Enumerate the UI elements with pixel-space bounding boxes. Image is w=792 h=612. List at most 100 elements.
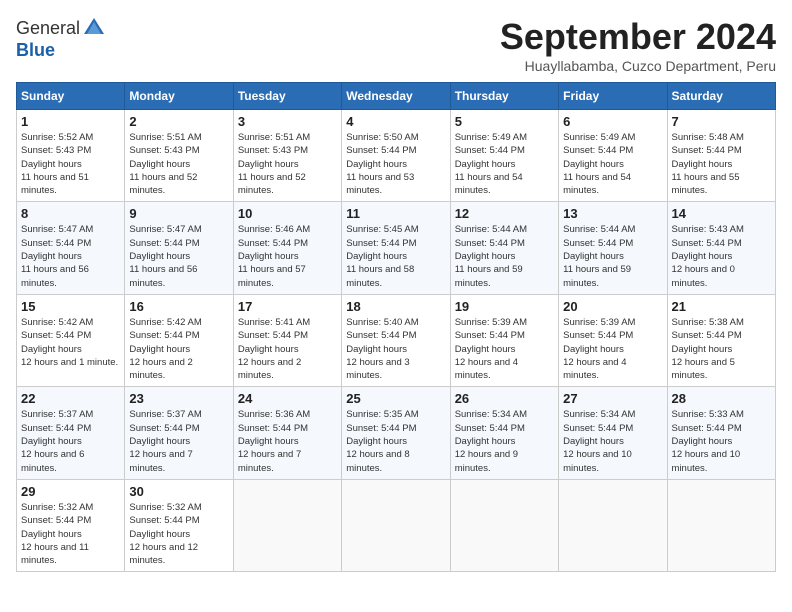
weekday-header-thursday: Thursday bbox=[450, 83, 558, 110]
logo-blue-text: Blue bbox=[16, 40, 55, 60]
day-number: 14 bbox=[672, 206, 771, 221]
day-info: Sunrise: 5:49 AMSunset: 5:44 PMDaylight … bbox=[455, 131, 554, 197]
day-info: Sunrise: 5:47 AMSunset: 5:44 PMDaylight … bbox=[129, 223, 228, 289]
day-number: 6 bbox=[563, 114, 662, 129]
day-info: Sunrise: 5:51 AMSunset: 5:43 PMDaylight … bbox=[129, 131, 228, 197]
page-header: General Blue September 2024 Huayllabamba… bbox=[16, 16, 776, 74]
day-number: 8 bbox=[21, 206, 120, 221]
day-info: Sunrise: 5:52 AMSunset: 5:43 PMDaylight … bbox=[21, 131, 120, 197]
calendar-body: 1 Sunrise: 5:52 AMSunset: 5:43 PMDaylight… bbox=[17, 110, 776, 572]
calendar-cell: 21 Sunrise: 5:38 AMSunset: 5:44 PMDayligh… bbox=[667, 294, 775, 386]
day-info: Sunrise: 5:47 AMSunset: 5:44 PMDaylight … bbox=[21, 223, 120, 289]
calendar-cell: 8 Sunrise: 5:47 AMSunset: 5:44 PMDaylight… bbox=[17, 202, 125, 294]
calendar-cell: 25Sunrise: 5:35 AMSunset: 5:44 PMDayligh… bbox=[342, 387, 450, 479]
day-info: Sunrise: 5:51 AMSunset: 5:43 PMDaylight … bbox=[238, 131, 337, 197]
day-number: 22 bbox=[21, 391, 120, 406]
day-info: Sunrise: 5:32 AMSunset: 5:44 PMDaylight … bbox=[129, 501, 228, 567]
weekday-header-friday: Friday bbox=[559, 83, 667, 110]
day-info: Sunrise: 5:42 AMSunset: 5:44 PMDaylight … bbox=[21, 316, 120, 369]
day-info: Sunrise: 5:34 AMSunset: 5:44 PMDaylight … bbox=[455, 408, 554, 474]
calendar-cell: 29 Sunrise: 5:32 AMSunset: 5:44 PMDayligh… bbox=[17, 479, 125, 571]
calendar-cell: 23Sunrise: 5:37 AMSunset: 5:44 PMDayligh… bbox=[125, 387, 233, 479]
day-info: Sunrise: 5:46 AMSunset: 5:44 PMDaylight … bbox=[238, 223, 337, 289]
day-number: 11 bbox=[346, 206, 445, 221]
day-info: Sunrise: 5:33 AMSunset: 5:44 PMDaylight … bbox=[672, 408, 771, 474]
calendar-cell: 18Sunrise: 5:40 AMSunset: 5:44 PMDayligh… bbox=[342, 294, 450, 386]
calendar-cell: 22Sunrise: 5:37 AMSunset: 5:44 PMDayligh… bbox=[17, 387, 125, 479]
calendar-cell: 11 Sunrise: 5:45 AMSunset: 5:44 PMDayligh… bbox=[342, 202, 450, 294]
calendar-cell: 19Sunrise: 5:39 AMSunset: 5:44 PMDayligh… bbox=[450, 294, 558, 386]
weekday-header-saturday: Saturday bbox=[667, 83, 775, 110]
calendar-cell bbox=[233, 479, 341, 571]
title-block: September 2024 Huayllabamba, Cuzco Depar… bbox=[500, 16, 776, 74]
day-number: 21 bbox=[672, 299, 771, 314]
day-number: 23 bbox=[129, 391, 228, 406]
calendar-cell: 3 Sunrise: 5:51 AMSunset: 5:43 PMDaylight… bbox=[233, 110, 341, 202]
calendar-week-row: 1 Sunrise: 5:52 AMSunset: 5:43 PMDaylight… bbox=[17, 110, 776, 202]
day-info: Sunrise: 5:50 AMSunset: 5:44 PMDaylight … bbox=[346, 131, 445, 197]
day-number: 10 bbox=[238, 206, 337, 221]
calendar-cell bbox=[559, 479, 667, 571]
calendar-cell: 27Sunrise: 5:34 AMSunset: 5:44 PMDayligh… bbox=[559, 387, 667, 479]
calendar-week-row: 22Sunrise: 5:37 AMSunset: 5:44 PMDayligh… bbox=[17, 387, 776, 479]
day-info: Sunrise: 5:32 AMSunset: 5:44 PMDaylight … bbox=[21, 501, 120, 567]
weekday-header-sunday: Sunday bbox=[17, 83, 125, 110]
day-info: Sunrise: 5:42 AMSunset: 5:44 PMDaylight … bbox=[129, 316, 228, 382]
weekday-header-monday: Monday bbox=[125, 83, 233, 110]
calendar-cell bbox=[342, 479, 450, 571]
logo: General Blue bbox=[16, 16, 106, 61]
location-text: Huayllabamba, Cuzco Department, Peru bbox=[500, 58, 776, 74]
day-number: 2 bbox=[129, 114, 228, 129]
calendar-table: SundayMondayTuesdayWednesdayThursdayFrid… bbox=[16, 82, 776, 572]
day-info: Sunrise: 5:35 AMSunset: 5:44 PMDaylight … bbox=[346, 408, 445, 474]
day-info: Sunrise: 5:44 AMSunset: 5:44 PMDaylight … bbox=[455, 223, 554, 289]
day-info: Sunrise: 5:39 AMSunset: 5:44 PMDaylight … bbox=[455, 316, 554, 382]
month-title: September 2024 bbox=[500, 16, 776, 58]
day-info: Sunrise: 5:49 AMSunset: 5:44 PMDaylight … bbox=[563, 131, 662, 197]
calendar-week-row: 8 Sunrise: 5:47 AMSunset: 5:44 PMDaylight… bbox=[17, 202, 776, 294]
day-number: 16 bbox=[129, 299, 228, 314]
logo-icon bbox=[82, 16, 106, 40]
calendar-cell: 7Sunrise: 5:48 AMSunset: 5:44 PMDaylight… bbox=[667, 110, 775, 202]
day-number: 13 bbox=[563, 206, 662, 221]
day-info: Sunrise: 5:43 AMSunset: 5:44 PMDaylight … bbox=[672, 223, 771, 289]
calendar-cell: 24Sunrise: 5:36 AMSunset: 5:44 PMDayligh… bbox=[233, 387, 341, 479]
calendar-cell: 16 Sunrise: 5:42 AMSunset: 5:44 PMDayligh… bbox=[125, 294, 233, 386]
calendar-cell: 17 Sunrise: 5:41 AMSunset: 5:44 PMDayligh… bbox=[233, 294, 341, 386]
day-number: 29 bbox=[21, 484, 120, 499]
logo-general-text: General bbox=[16, 18, 80, 39]
day-number: 26 bbox=[455, 391, 554, 406]
calendar-week-row: 29 Sunrise: 5:32 AMSunset: 5:44 PMDayligh… bbox=[17, 479, 776, 571]
calendar-cell: 30 Sunrise: 5:32 AMSunset: 5:44 PMDayligh… bbox=[125, 479, 233, 571]
calendar-cell: 10 Sunrise: 5:46 AMSunset: 5:44 PMDayligh… bbox=[233, 202, 341, 294]
calendar-cell: 4 Sunrise: 5:50 AMSunset: 5:44 PMDaylight… bbox=[342, 110, 450, 202]
day-number: 17 bbox=[238, 299, 337, 314]
calendar-cell bbox=[450, 479, 558, 571]
day-info: Sunrise: 5:39 AMSunset: 5:44 PMDaylight … bbox=[563, 316, 662, 382]
day-number: 18 bbox=[346, 299, 445, 314]
day-info: Sunrise: 5:48 AMSunset: 5:44 PMDaylight … bbox=[672, 131, 771, 197]
day-number: 3 bbox=[238, 114, 337, 129]
calendar-header-row: SundayMondayTuesdayWednesdayThursdayFrid… bbox=[17, 83, 776, 110]
calendar-cell: 6 Sunrise: 5:49 AMSunset: 5:44 PMDaylight… bbox=[559, 110, 667, 202]
day-info: Sunrise: 5:38 AMSunset: 5:44 PMDaylight … bbox=[672, 316, 771, 382]
calendar-cell: 12Sunrise: 5:44 AMSunset: 5:44 PMDayligh… bbox=[450, 202, 558, 294]
calendar-cell: 20 Sunrise: 5:39 AMSunset: 5:44 PMDayligh… bbox=[559, 294, 667, 386]
calendar-cell: 15 Sunrise: 5:42 AMSunset: 5:44 PMDayligh… bbox=[17, 294, 125, 386]
weekday-header-wednesday: Wednesday bbox=[342, 83, 450, 110]
day-number: 20 bbox=[563, 299, 662, 314]
day-number: 15 bbox=[21, 299, 120, 314]
day-number: 4 bbox=[346, 114, 445, 129]
day-number: 9 bbox=[129, 206, 228, 221]
day-number: 5 bbox=[455, 114, 554, 129]
calendar-cell: 5 Sunrise: 5:49 AMSunset: 5:44 PMDaylight… bbox=[450, 110, 558, 202]
day-number: 30 bbox=[129, 484, 228, 499]
day-info: Sunrise: 5:41 AMSunset: 5:44 PMDaylight … bbox=[238, 316, 337, 382]
calendar-cell bbox=[667, 479, 775, 571]
day-info: Sunrise: 5:36 AMSunset: 5:44 PMDaylight … bbox=[238, 408, 337, 474]
calendar-cell: 26 Sunrise: 5:34 AMSunset: 5:44 PMDayligh… bbox=[450, 387, 558, 479]
calendar-week-row: 15 Sunrise: 5:42 AMSunset: 5:44 PMDayligh… bbox=[17, 294, 776, 386]
day-info: Sunrise: 5:45 AMSunset: 5:44 PMDaylight … bbox=[346, 223, 445, 289]
day-number: 1 bbox=[21, 114, 120, 129]
calendar-cell: 1 Sunrise: 5:52 AMSunset: 5:43 PMDaylight… bbox=[17, 110, 125, 202]
